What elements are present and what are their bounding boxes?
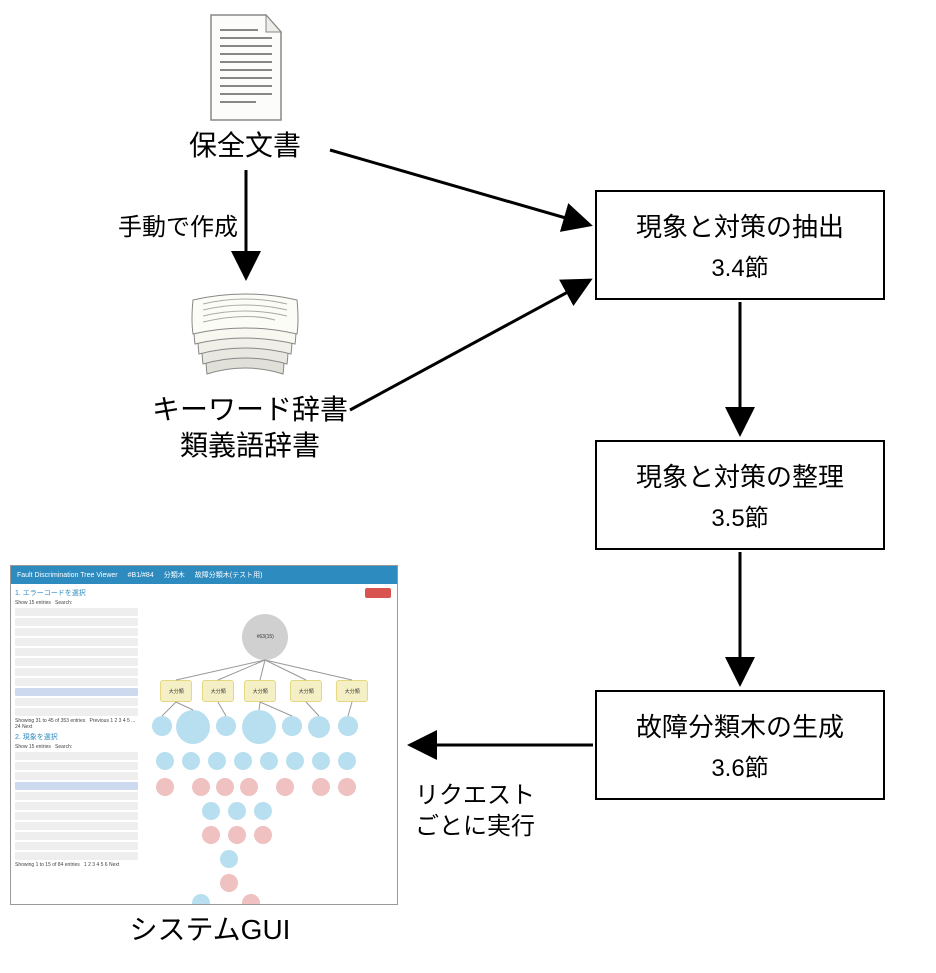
box-organize-title: 現象と対策の整理 — [636, 457, 844, 494]
document-icon — [206, 10, 286, 125]
box-organize-sub: 3.5節 — [711, 498, 768, 533]
gui-main: #63(15) 大分類 大分類 大分類 大分類 大分類 — [142, 584, 397, 904]
edge-label-per-request: リクエスト ごとに実行 — [415, 780, 585, 842]
gui-topbar: Fault Discrimination Tree Viewer #B1/#84… — [11, 566, 397, 584]
dictionary-label: キーワード辞書 類義語辞書 — [100, 392, 400, 465]
box-extract: 現象と対策の抽出 3.4節 — [595, 190, 885, 300]
dictionary-node: キーワード辞書 類義語辞書 — [100, 392, 400, 465]
gui-screenshot: Fault Discrimination Tree Viewer #B1/#84… — [10, 565, 398, 905]
box-tree-title: 故障分類木の生成 — [636, 707, 844, 744]
box-extract-sub: 3.4節 — [711, 248, 768, 283]
gui-side-h1: 1. エラーコードを選択 — [15, 588, 138, 598]
dictionary-icon — [185, 280, 305, 390]
box-tree: 故障分類木の生成 3.6節 — [595, 690, 885, 800]
box-organize: 現象と対策の整理 3.5節 — [595, 440, 885, 550]
gui-legend-button — [365, 588, 391, 598]
box-extract-title: 現象と対策の抽出 — [636, 207, 844, 244]
box-tree-sub: 3.6節 — [711, 748, 768, 783]
gui-tree-root: #63(15) — [242, 614, 288, 660]
gui-app-title: Fault Discrimination Tree Viewer — [17, 572, 118, 579]
edge-label-manual: 手動で作成 — [88, 212, 238, 243]
gui-side-h2: 2. 現象を選択 — [15, 732, 138, 742]
document-node: 保全文書 — [140, 128, 350, 164]
gui-sidebar: 1. エラーコードを選択 Show 15 entries Search: Sho… — [11, 584, 142, 904]
document-label: 保全文書 — [140, 128, 350, 164]
gui-label: システムGUI — [90, 912, 330, 948]
